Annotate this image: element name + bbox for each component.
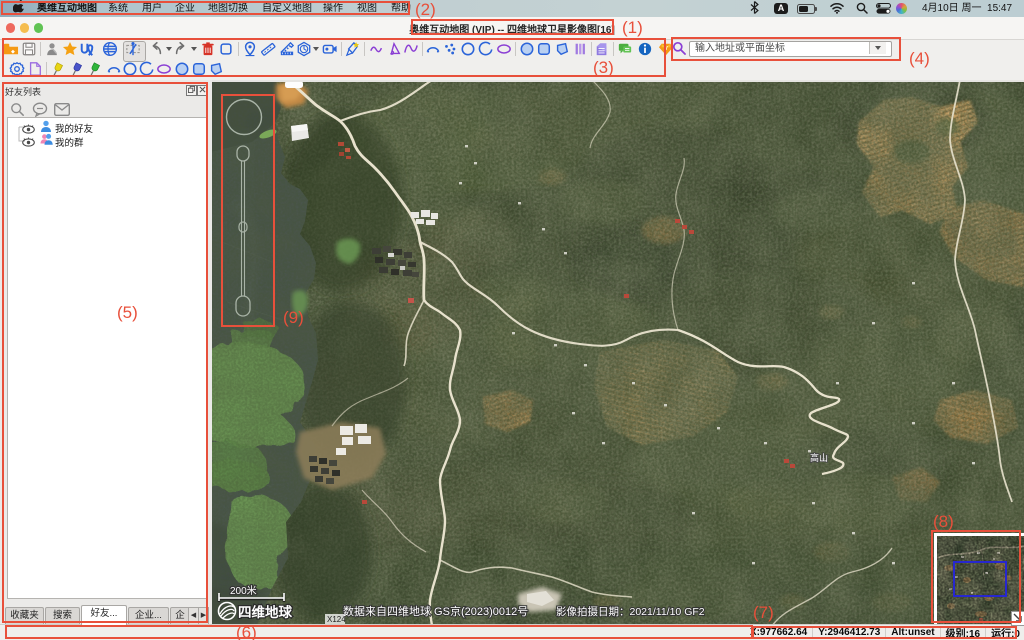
svg-text:四维地球: 四维地球 xyxy=(238,604,292,620)
svg-text:高山: 高山 xyxy=(810,452,828,463)
svg-text:200米: 200米 xyxy=(230,584,257,597)
svg-text:影像拍摄日期：2021/11/10 GF2: 影像拍摄日期：2021/11/10 GF2 xyxy=(556,605,705,618)
svg-text:X124: X124 xyxy=(327,615,346,624)
svg-text:数据来自四维地球 GS京(2023)0012号: 数据来自四维地球 GS京(2023)0012号 xyxy=(343,604,528,618)
